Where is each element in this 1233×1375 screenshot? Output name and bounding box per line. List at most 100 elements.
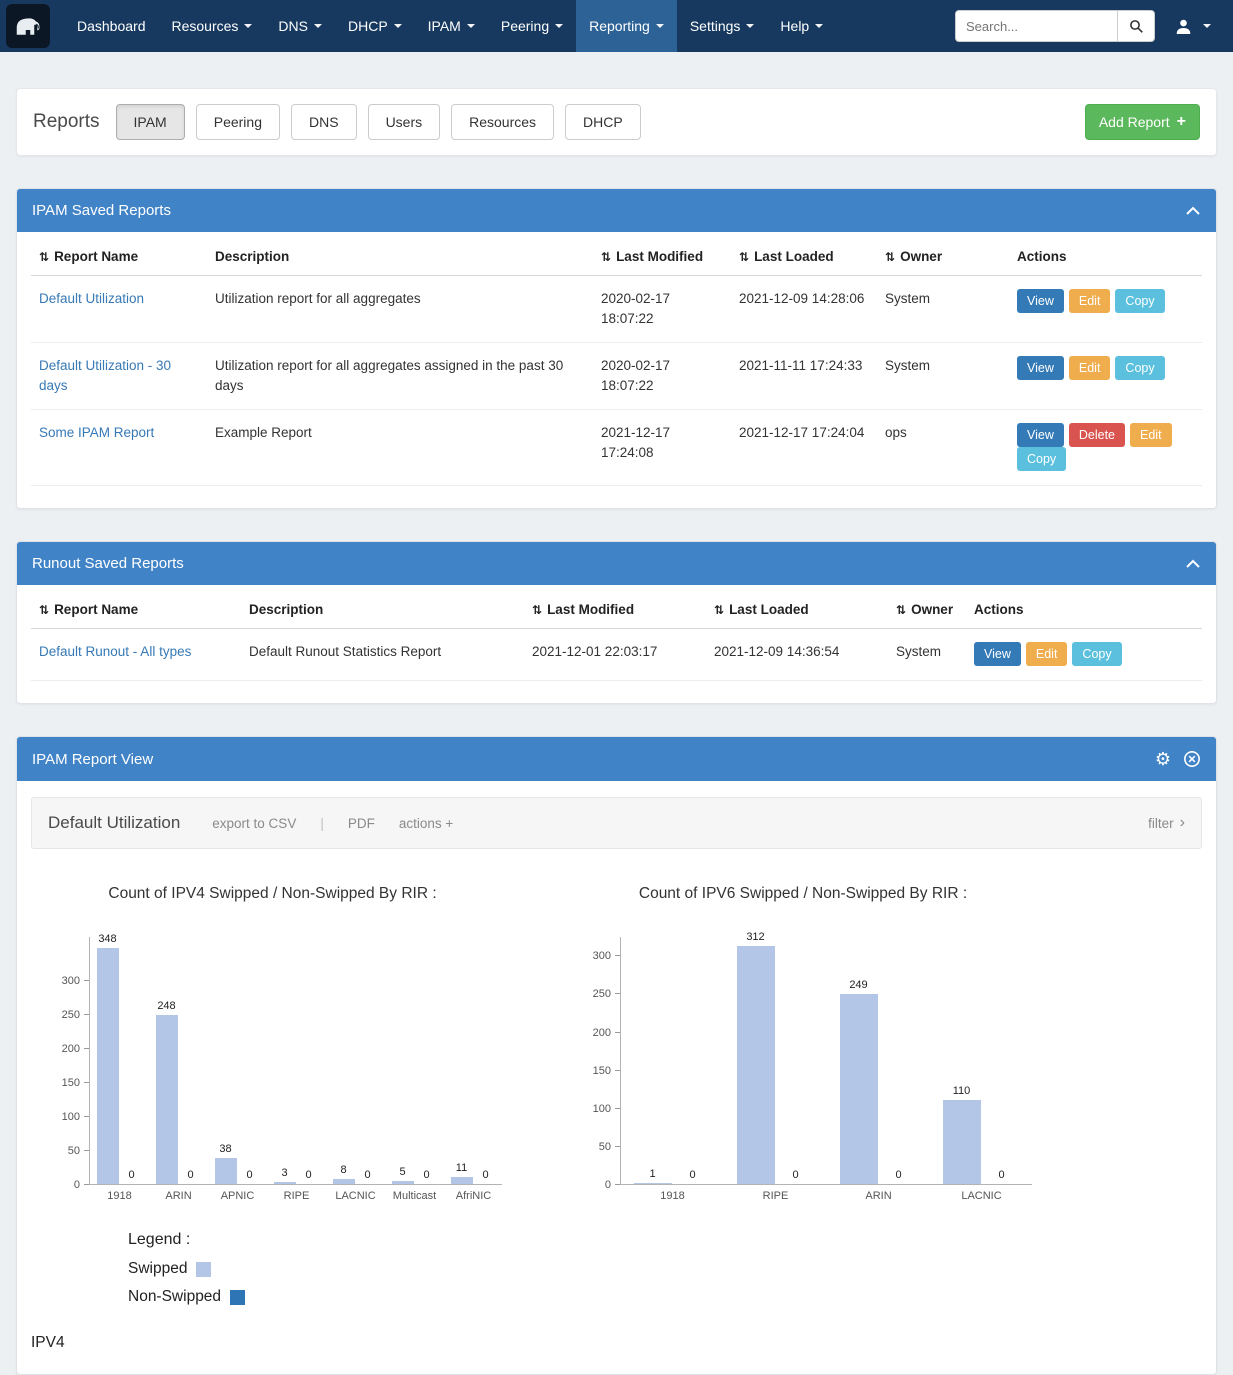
- copy-button[interactable]: Copy: [1115, 289, 1164, 313]
- y-tick-label: 0: [605, 1179, 611, 1191]
- y-tick-label: 50: [68, 1145, 80, 1157]
- search-button[interactable]: [1117, 10, 1155, 42]
- caret-down-icon: [555, 24, 563, 28]
- search-input[interactable]: [955, 10, 1117, 42]
- ipam-saved-reports-panel: IPAM Saved Reports ⇅Report NameDescripti…: [16, 188, 1217, 509]
- table-row: Default UtilizationUtilization report fo…: [31, 276, 1202, 343]
- table-cell: Utilization report for all aggregates as…: [207, 343, 593, 410]
- user-menu[interactable]: [1165, 18, 1221, 35]
- edit-button[interactable]: Edit: [1026, 642, 1068, 666]
- filter-toggle[interactable]: filter ›: [1148, 815, 1185, 831]
- tab-peering[interactable]: Peering: [196, 104, 280, 140]
- nav-item-resources[interactable]: Resources: [159, 0, 266, 52]
- export-pdf-link[interactable]: PDF: [348, 816, 375, 831]
- column-header-last-modified[interactable]: ⇅Last Modified: [593, 238, 731, 276]
- nav-item-label: Settings: [690, 18, 741, 34]
- actions-menu-link[interactable]: actions +: [399, 816, 453, 831]
- export-csv-link[interactable]: export to CSV: [212, 816, 296, 831]
- y-tick-mark: [615, 1108, 620, 1109]
- gear-icon[interactable]: ⚙: [1155, 750, 1171, 768]
- nav-item-help[interactable]: Help: [767, 0, 836, 52]
- close-icon[interactable]: [1183, 750, 1201, 768]
- nav-item-dashboard[interactable]: Dashboard: [64, 0, 159, 52]
- view-button[interactable]: View: [974, 642, 1021, 666]
- tab-users[interactable]: Users: [368, 104, 441, 140]
- user-icon: [1175, 18, 1192, 35]
- column-label: Description: [249, 602, 323, 617]
- view-button[interactable]: View: [1017, 289, 1064, 313]
- y-tick-mark: [615, 1032, 620, 1033]
- column-header-last-loaded[interactable]: ⇅Last Loaded: [706, 591, 888, 629]
- y-tick-label: 300: [593, 950, 611, 962]
- copy-button[interactable]: Copy: [1115, 356, 1164, 380]
- column-header-last-modified[interactable]: ⇅Last Modified: [524, 591, 706, 629]
- legend-items: SwippedNon-Swipped: [128, 1260, 1202, 1306]
- tab-ipam[interactable]: IPAM: [116, 104, 185, 140]
- nav-item-settings[interactable]: Settings: [677, 0, 768, 52]
- edit-button[interactable]: Edit: [1130, 423, 1172, 447]
- delete-button[interactable]: Delete: [1069, 423, 1125, 447]
- table-cell: Some IPAM Report: [31, 410, 207, 486]
- nav-item-reporting[interactable]: Reporting: [576, 0, 677, 52]
- report-link[interactable]: Default Utilization - 30 days: [39, 358, 171, 393]
- nav-item-peering[interactable]: Peering: [488, 0, 576, 52]
- view-button[interactable]: View: [1017, 423, 1064, 447]
- table-header-row: ⇅Report NameDescription⇅Last Modified⇅La…: [31, 238, 1202, 276]
- nav-item-label: DNS: [278, 18, 308, 34]
- bar-swipped: [737, 946, 775, 1184]
- bar-value-label: 348: [86, 933, 130, 945]
- report-link[interactable]: Default Utilization: [39, 291, 144, 306]
- caret-down-icon: [394, 24, 402, 28]
- edit-button[interactable]: Edit: [1069, 289, 1111, 313]
- y-tick-label: 150: [62, 1077, 80, 1089]
- y-tick-label: 200: [62, 1043, 80, 1055]
- sort-icon: ⇅: [896, 603, 906, 617]
- app-logo[interactable]: [6, 4, 50, 48]
- panel-body: ⇅Report Name Description ⇅Last Modified⇅La…: [17, 585, 1216, 703]
- y-tick-mark: [615, 1184, 620, 1185]
- copy-button[interactable]: Copy: [1017, 447, 1066, 471]
- table-cell: Default Runout - All types: [31, 629, 241, 681]
- column-header-owner[interactable]: ⇅Owner: [877, 238, 1009, 276]
- add-report-button[interactable]: Add Report +: [1085, 104, 1200, 140]
- column-header-last-loaded[interactable]: ⇅Last Loaded: [731, 238, 877, 276]
- tab-resources[interactable]: Resources: [451, 104, 554, 140]
- chart-title: Count of IPV4 Swipped / Non-Swipped By R…: [43, 885, 502, 903]
- collapse-chevron-up-icon[interactable]: [1185, 206, 1201, 216]
- tab-dns[interactable]: DNS: [291, 104, 357, 140]
- report-link[interactable]: Some IPAM Report: [39, 425, 154, 440]
- caret-down-icon: [244, 24, 252, 28]
- report-toolbar: Default Utilization export to CSV | PDF …: [31, 797, 1202, 849]
- reports-toolbar: Reports IPAMPeeringDNSUsersResourcesDHCP…: [16, 88, 1217, 156]
- table-cell: ViewDeleteEdit Copy: [1009, 410, 1202, 486]
- nav-item-dns[interactable]: DNS: [265, 0, 335, 52]
- edit-button[interactable]: Edit: [1069, 356, 1111, 380]
- column-header-report-name[interactable]: ⇅Report Name: [31, 591, 241, 629]
- table-cell: Example Report: [207, 410, 593, 486]
- report-link[interactable]: Default Runout - All types: [39, 644, 191, 659]
- x-tick-label: ARIN: [827, 1190, 930, 1202]
- bar-swipped: [943, 1100, 981, 1184]
- panel-header: IPAM Report View ⚙: [17, 737, 1216, 781]
- tab-dhcp[interactable]: DHCP: [565, 104, 641, 140]
- column-label: Actions: [974, 602, 1024, 617]
- nav-item-dhcp[interactable]: DHCP: [335, 0, 415, 52]
- bar-value-label: 0: [110, 1169, 154, 1181]
- view-button[interactable]: View: [1017, 356, 1064, 380]
- column-label: Report Name: [54, 249, 138, 264]
- bar-value-label: 0: [877, 1169, 921, 1181]
- x-tick-label: RIPE: [267, 1190, 326, 1202]
- sort-icon: ⇅: [714, 603, 724, 617]
- table-cell: 2020-02-17 18:07:22: [593, 276, 731, 343]
- y-tick-mark: [615, 1146, 620, 1147]
- legend-item-non-swipped: Non-Swipped: [128, 1288, 1202, 1306]
- nav-item-ipam[interactable]: IPAM: [415, 0, 488, 52]
- caret-down-icon: [467, 24, 475, 28]
- collapse-chevron-up-icon[interactable]: [1185, 559, 1201, 569]
- legend-title: Legend :: [128, 1231, 1202, 1249]
- copy-button[interactable]: Copy: [1072, 642, 1121, 666]
- column-header-report-name[interactable]: ⇅Report Name: [31, 238, 207, 276]
- column-header-description: Description: [241, 591, 524, 629]
- panel-title: IPAM Saved Reports: [32, 202, 171, 219]
- column-header-owner[interactable]: ⇅Owner: [888, 591, 966, 629]
